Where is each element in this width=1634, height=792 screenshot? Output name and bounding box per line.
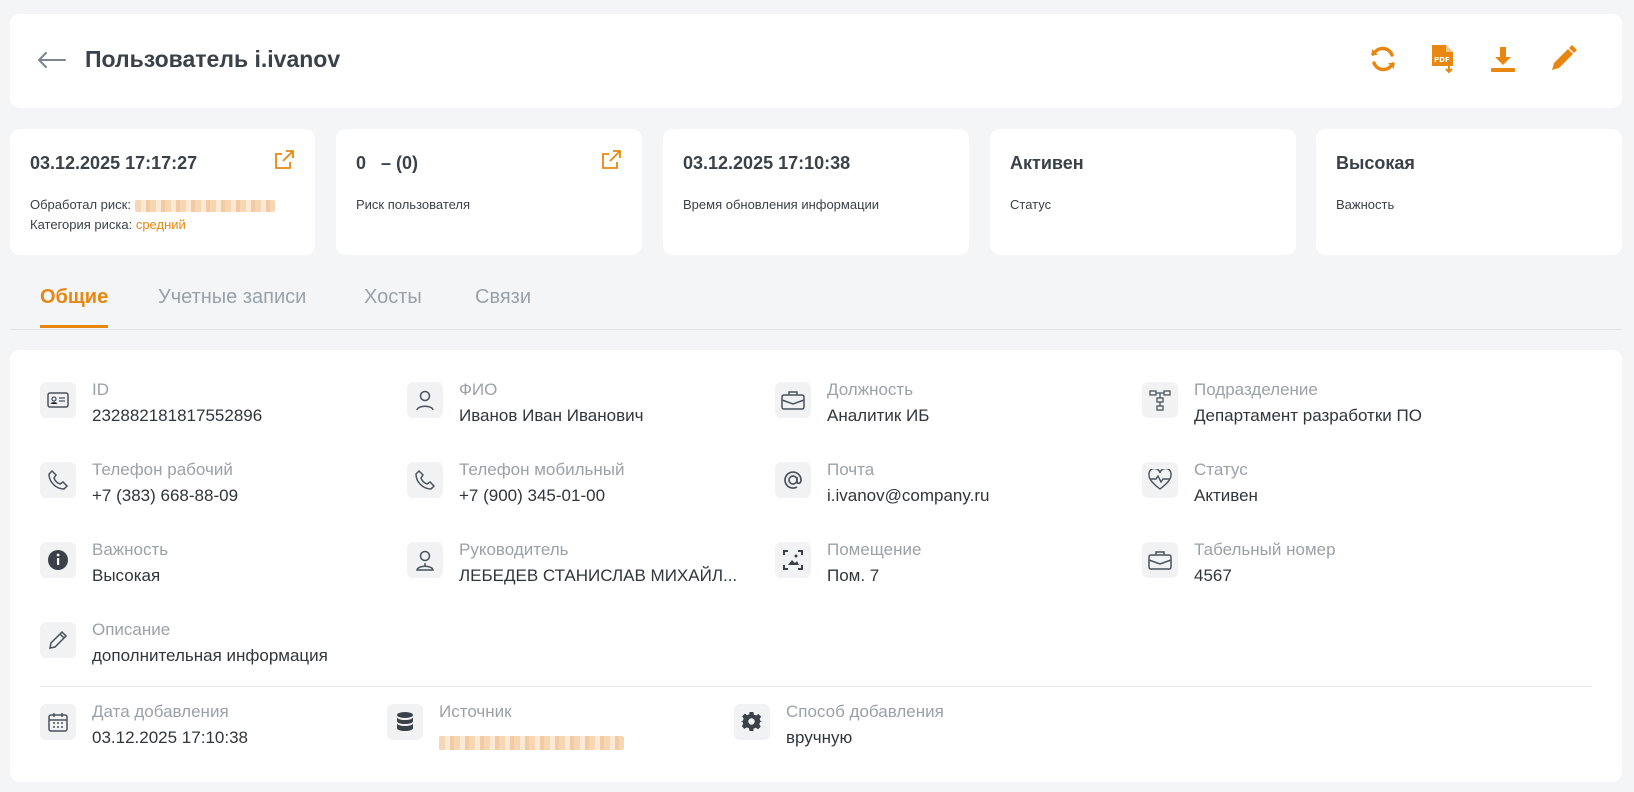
arrow-left-icon: [38, 52, 66, 68]
card-value: Активен: [1010, 153, 1084, 173]
card-value: 03.12.2025 17:10:38: [683, 153, 851, 173]
card-category: Категория риска: средний: [30, 217, 186, 232]
phone-icon: [40, 462, 76, 498]
card-value: Высокая: [1336, 153, 1415, 173]
phone-icon: [407, 462, 443, 498]
field-value: 03.12.2025 17:10:38: [92, 728, 248, 747]
download-icon: [1491, 47, 1515, 72]
org-structure-icon: [1142, 382, 1178, 418]
refresh-button[interactable]: [1364, 40, 1402, 78]
card-label: Время обновления информации: [683, 197, 880, 212]
field-value: Аналитик ИБ: [827, 406, 930, 425]
at-icon: [775, 462, 811, 498]
field-value: Пом. 7: [827, 566, 880, 585]
field-label: Источник: [439, 702, 512, 721]
field-value: Высокая: [92, 566, 161, 585]
field-label: Способ добавления: [786, 702, 944, 721]
field-value: дополнительная информация: [92, 646, 328, 665]
gear-icon: [734, 704, 770, 740]
pdf-export-button[interactable]: PDF: [1424, 40, 1462, 78]
field-label: Подразделение: [1194, 380, 1318, 399]
header-toolbar: PDF: [1364, 40, 1582, 78]
card-label: Статус: [1010, 197, 1052, 212]
card-label: Риск пользователя: [356, 197, 471, 212]
person-icon: [407, 382, 443, 418]
field-label: Руководитель: [459, 540, 569, 559]
card-value: 03.12.2025 17:17:27: [30, 153, 198, 173]
field-label: Статус: [1194, 460, 1248, 479]
field-value: 4567: [1194, 566, 1232, 585]
field-label: Описание: [92, 620, 171, 639]
page-title: Пользователь i.ivanov: [85, 46, 341, 72]
field-value: +7 (900) 345-01-00: [459, 486, 606, 505]
field-value: 232882181817552896: [92, 406, 263, 425]
risk-processed-card: 03.12.2025 17:17:27 Обработал риск: Кате…: [10, 129, 315, 255]
field-label: Почта: [827, 460, 875, 479]
tab-relations[interactable]: Связи: [475, 286, 531, 325]
user-risk-card: 0 – (0) Риск пользователя: [336, 129, 642, 255]
external-link-icon[interactable]: [600, 149, 622, 171]
field-label: Важность: [92, 540, 169, 559]
redacted-user: [134, 199, 275, 212]
card-value: 0 – (0): [356, 153, 419, 173]
details-panel: ID 232882181817552896 ФИО Иванов Иван Ив…: [10, 350, 1622, 782]
field-value: Активен: [1194, 486, 1258, 505]
calendar-icon: [40, 704, 76, 740]
back-button[interactable]: [36, 44, 68, 76]
tab-bar: Общие Учетные записи Хосты Связи: [10, 276, 1622, 330]
tab-accounts[interactable]: Учетные записи: [158, 286, 306, 325]
source-value-redacted[interactable]: [439, 732, 624, 752]
briefcase-icon: [775, 382, 811, 418]
room-icon: [775, 542, 811, 578]
tab-hosts[interactable]: Хосты: [364, 286, 422, 325]
field-label: ФИО: [459, 380, 498, 399]
refresh-icon: [1371, 46, 1395, 72]
field-value[interactable]: ЛЕБЕДЕВ СТАНИСЛАВ МИХАЙЛ...: [459, 566, 737, 586]
svg-text:PDF: PDF: [1434, 56, 1450, 64]
briefcase-icon: [1142, 542, 1178, 578]
edit-button[interactable]: [1544, 40, 1582, 78]
person-badge-icon: [407, 542, 443, 578]
heart-pulse-icon: [1142, 462, 1178, 498]
field-label: Табельный номер: [1194, 540, 1336, 559]
field-label: ID: [92, 380, 109, 399]
field-label: Дата добавления: [92, 702, 229, 721]
tab-general[interactable]: Общие: [40, 286, 109, 328]
card-label: Важность: [1336, 197, 1395, 212]
pencil-icon: [40, 622, 76, 658]
id-card-icon: [40, 382, 76, 418]
database-icon: [387, 704, 423, 740]
field-value: Иванов Иван Иванович: [459, 406, 644, 425]
page-header: Пользователь i.ivanov PDF: [10, 14, 1622, 108]
field-label: Телефон мобильный: [459, 460, 625, 479]
field-value: Департамент разработки ПО: [1194, 406, 1422, 425]
download-button[interactable]: [1484, 40, 1522, 78]
field-label: Должность: [827, 380, 914, 399]
field-value: i.ivanov@company.ru: [827, 486, 990, 505]
pdf-export-icon: PDF: [1432, 45, 1453, 74]
risk-category-value[interactable]: средний: [136, 217, 186, 232]
redacted-source: [439, 735, 624, 750]
field-value: +7 (383) 668-88-09: [92, 486, 239, 505]
field-label: Помещение: [827, 540, 922, 559]
external-link-icon[interactable]: [273, 149, 295, 171]
importance-card: Высокая Важность: [1316, 129, 1622, 255]
info-icon: [40, 542, 76, 578]
updated-time-card: 03.12.2025 17:10:38 Время обновления инф…: [663, 129, 969, 255]
section-divider: [40, 686, 1592, 687]
field-label: Телефон рабочий: [92, 460, 233, 479]
summary-cards: 03.12.2025 17:17:27 Обработал риск: Кате…: [10, 129, 1622, 255]
card-label: Обработал риск:: [30, 197, 275, 212]
edit-icon: [1552, 45, 1577, 70]
status-card: Активен Статус: [990, 129, 1296, 255]
field-value: вручную: [786, 728, 853, 747]
